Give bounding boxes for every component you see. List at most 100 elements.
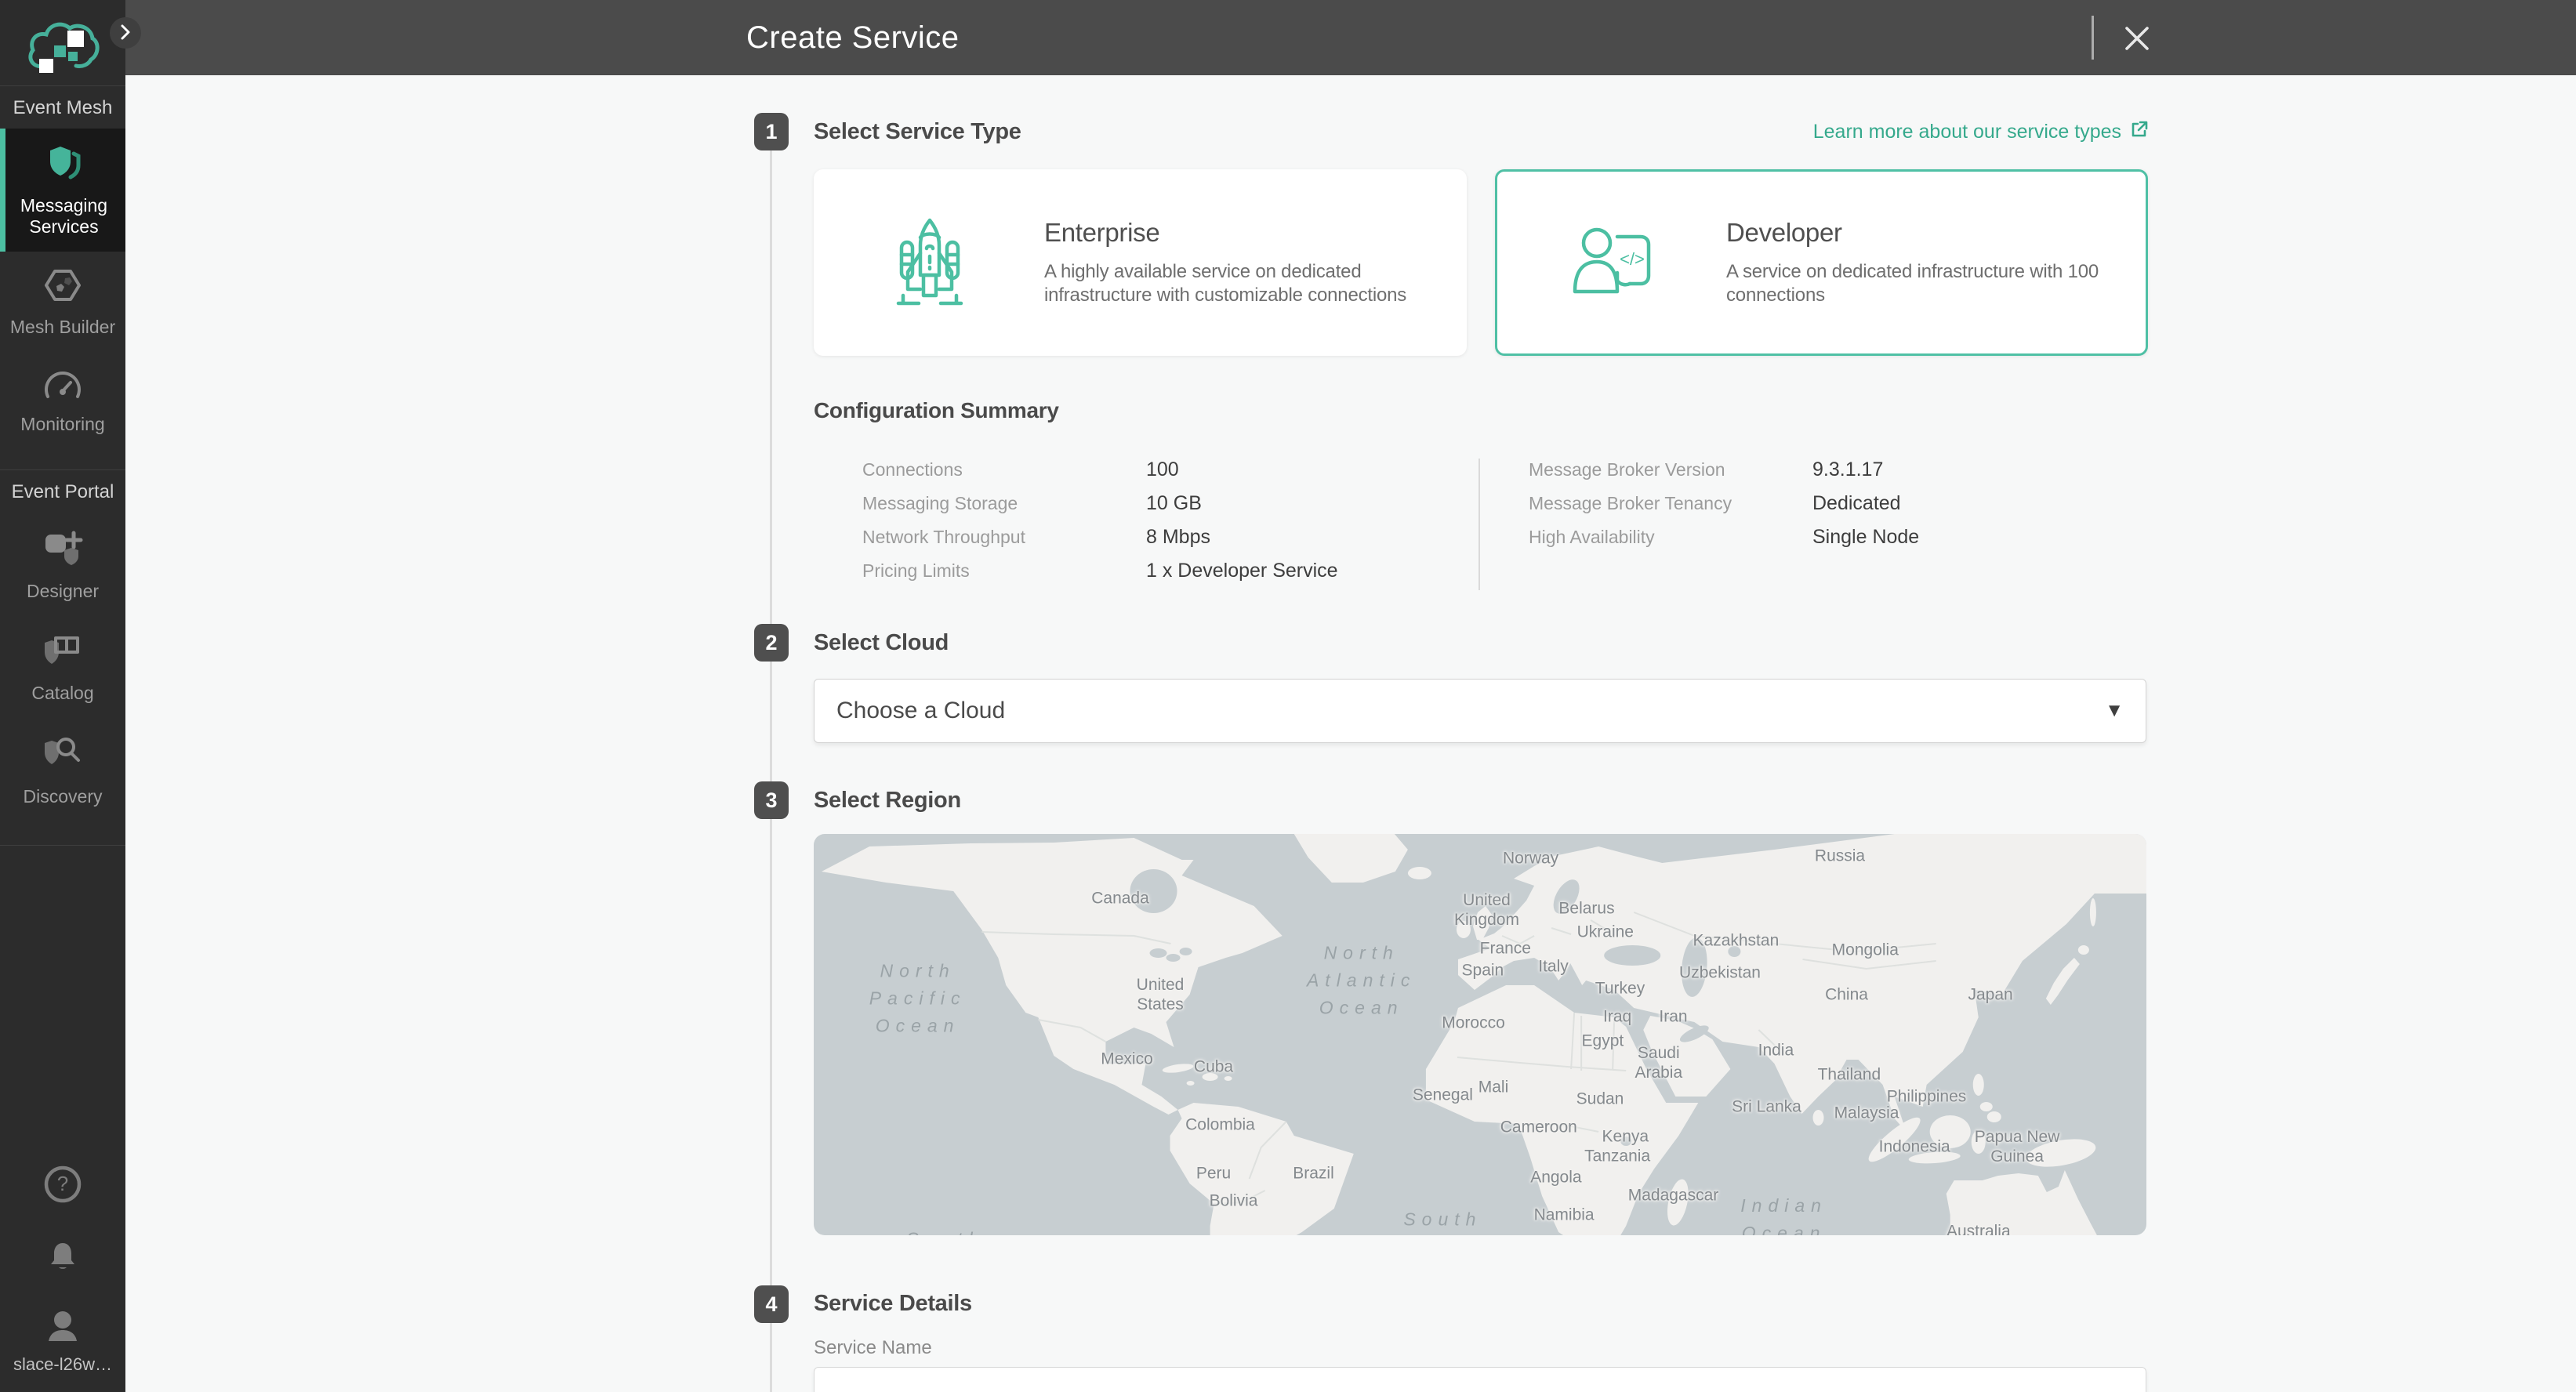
map-label: Madagascar: [1628, 1185, 1719, 1205]
map-label: Turkey: [1595, 979, 1645, 999]
user-label: slace-l26w…: [13, 1354, 112, 1375]
sidebar-divider: [0, 845, 125, 846]
map-label: Kazakhstan: [1693, 930, 1780, 950]
summary-label: Connections: [862, 459, 1146, 480]
header-divider: [2092, 16, 2094, 60]
sidebar-section-event-mesh: Event Mesh: [0, 86, 125, 129]
solace-cloud-logo[interactable]: [0, 0, 125, 85]
card-title: Developer: [1726, 218, 2114, 248]
svg-text:</>: </>: [1620, 249, 1645, 269]
sidebar-item-label: Messaging Services: [5, 195, 122, 237]
map-label: Bolivia: [1210, 1191, 1258, 1211]
map-label: Canada: [1091, 888, 1149, 908]
developer-card-text: Developer A service on dedicated infrast…: [1726, 218, 2114, 307]
map-label: Saudi Arabia: [1634, 1043, 1682, 1082]
map-label: Mongolia: [1832, 941, 1899, 960]
map-label: Spain: [1462, 961, 1504, 981]
map-label: Indian Ocean: [1740, 1192, 1827, 1235]
map-label: Cuba: [1194, 1057, 1233, 1076]
sidebar: Event Mesh Messaging Services Mesh Build…: [0, 0, 125, 1392]
summary-label: Pricing Limits: [862, 560, 1146, 582]
summary-row: Message Broker Tenancy Dedicated: [1529, 487, 1919, 520]
step-4-title: Service Details: [814, 1291, 972, 1317]
summary-label: High Availability: [1529, 527, 1812, 548]
hexagon-icon: [42, 267, 83, 307]
map-label: China: [1825, 984, 1868, 1004]
summary-value: 1 x Developer Service: [1146, 560, 1338, 582]
sidebar-item-messaging-services[interactable]: Messaging Services: [0, 129, 125, 252]
sidebar-expand-button[interactable]: [110, 17, 141, 49]
close-icon: [2122, 24, 2152, 56]
map-label: Senegal: [1413, 1085, 1473, 1104]
enterprise-card[interactable]: Enterprise A highly available service on…: [814, 169, 1467, 356]
enterprise-card-text: Enterprise A highly available service on…: [1044, 218, 1434, 307]
sidebar-item-mesh-builder[interactable]: Mesh Builder: [0, 252, 125, 352]
help-icon[interactable]: ?: [42, 1164, 83, 1209]
modal-header: Create Service: [0, 0, 2576, 75]
sidebar-item-designer[interactable]: Designer: [0, 513, 125, 616]
user-menu[interactable]: slace-l26w…: [13, 1310, 112, 1375]
map-label: Indonesia: [1879, 1137, 1950, 1157]
bell-icon[interactable]: [45, 1240, 80, 1278]
sidebar-item-label: Catalog: [31, 683, 93, 704]
service-type-cards: Enterprise A highly available service on…: [814, 169, 2148, 356]
summary-left-column: Connections 100 Messaging Storage 10 GB …: [862, 453, 1338, 588]
developer-card[interactable]: </> Developer A service on dedicated inf…: [1495, 169, 2148, 356]
step-1-title: Select Service Type: [814, 119, 1021, 145]
map-label: Papua New Guinea: [1975, 1127, 2060, 1166]
shield-icon: [44, 144, 85, 186]
sidebar-item-label: Designer: [27, 581, 99, 602]
step-4-badge: 4: [754, 1285, 789, 1323]
step-2-badge: 2: [754, 624, 789, 662]
map-label: United Kingdom: [1454, 890, 1519, 930]
map-label: India: [1758, 1041, 1794, 1060]
summary-label: Message Broker Tenancy: [1529, 493, 1812, 514]
sidebar-item-monitoring[interactable]: Monitoring: [0, 352, 125, 449]
card-title: Enterprise: [1044, 218, 1434, 248]
map-label: Peru: [1196, 1163, 1231, 1183]
summary-row: High Availability Single Node: [1529, 520, 1919, 554]
map-label: Sudan: [1576, 1089, 1624, 1108]
step-rail: [770, 118, 772, 1392]
designer-icon: [42, 528, 83, 571]
sidebar-item-discovery[interactable]: Discovery: [0, 718, 125, 821]
external-link-icon: [2129, 119, 2150, 145]
sidebar-footer: ? slace-l26w…: [0, 1164, 125, 1375]
summary-value: 9.3.1.17: [1812, 459, 1883, 481]
map-label: South: [1403, 1205, 1482, 1233]
close-button[interactable]: [2117, 19, 2157, 60]
map-label: United States: [1137, 975, 1185, 1014]
summary-value: 8 Mbps: [1146, 526, 1210, 549]
discovery-search-icon: [42, 734, 84, 777]
map-label: Iran: [1659, 1006, 1687, 1026]
step-3-title: Select Region: [814, 788, 961, 814]
page-title: Create Service: [746, 0, 960, 75]
map-label: Belarus: [1558, 898, 1614, 918]
service-name-input[interactable]: [814, 1367, 2146, 1392]
developer-icon: </>: [1565, 219, 1659, 306]
rocket-icon: [883, 216, 977, 310]
learn-more-link[interactable]: Learn more about our service types: [1813, 119, 2150, 145]
sidebar-item-label: Discovery: [24, 786, 103, 807]
map-label: North Atlantic Ocean: [1307, 939, 1416, 1021]
avatar-icon: [45, 1310, 81, 1347]
sidebar-item-label: Monitoring: [20, 414, 104, 435]
region-select-map[interactable]: North Pacific OceanNorth Atlantic OceanI…: [814, 834, 2146, 1235]
map-label: South: [906, 1226, 985, 1235]
map-label: Namibia: [1534, 1205, 1595, 1225]
map-label: Mexico: [1101, 1049, 1153, 1068]
step-2-title: Select Cloud: [814, 630, 949, 656]
map-label: Italy: [1538, 956, 1569, 976]
cloud-select-dropdown[interactable]: Choose a Cloud ▼: [814, 679, 2146, 743]
sidebar-item-catalog[interactable]: Catalog: [0, 616, 125, 718]
map-label: Morocco: [1442, 1013, 1505, 1032]
step-3-badge: 3: [754, 781, 789, 819]
map-label: Norway: [1503, 848, 1558, 868]
map-label: Mali: [1478, 1077, 1509, 1097]
map-label: France: [1480, 938, 1531, 958]
summary-row: Connections 100: [862, 453, 1338, 487]
summary-value: Single Node: [1812, 526, 1919, 549]
map-label: Sri Lanka: [1732, 1097, 1801, 1117]
gauge-icon: [42, 368, 83, 404]
learn-more-label: Learn more about our service types: [1813, 121, 2121, 143]
